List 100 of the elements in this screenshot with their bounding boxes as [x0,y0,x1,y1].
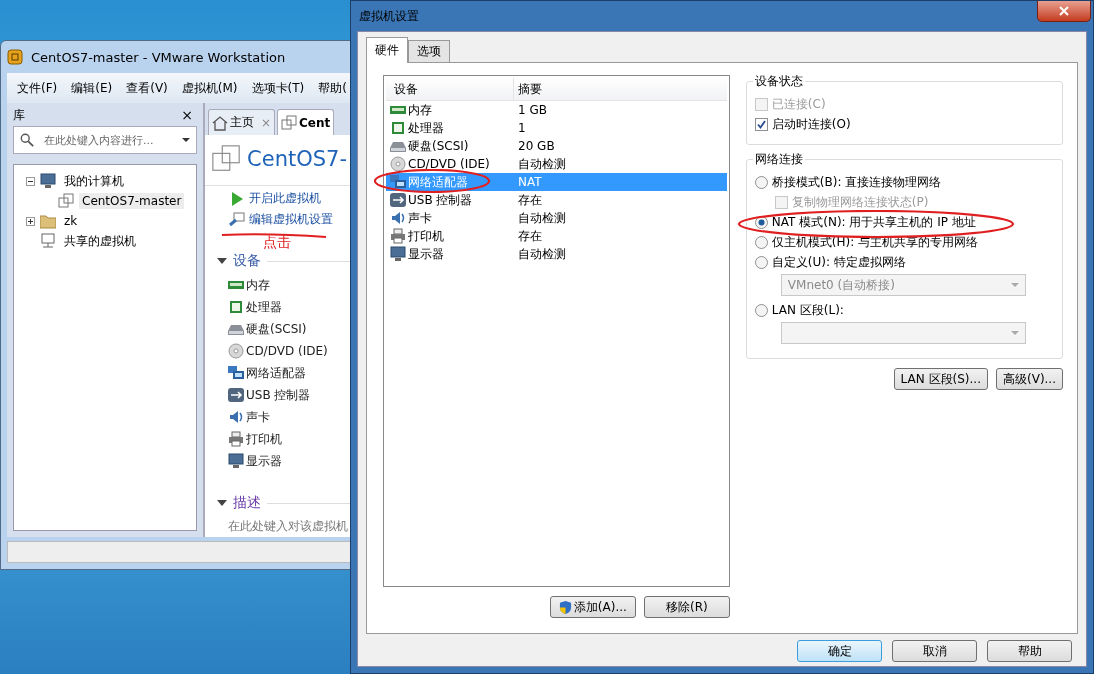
search-field[interactable]: 在此处键入内容进行... [13,126,197,154]
menu-item[interactable]: 帮助( [318,79,347,97]
chip-icon [390,120,406,136]
radio-button[interactable] [754,303,768,317]
vm-icon [281,114,298,131]
device-row[interactable]: 内存 1 GB [386,101,727,119]
dialog-button[interactable]: 高级(V)... [996,368,1063,390]
printer-icon [390,228,406,244]
monitor-icon [228,453,244,469]
device-row[interactable]: 声卡 自动检测 [386,209,727,227]
vm-title: CentOS7- [247,147,347,171]
device-link[interactable]: CD/DVD (IDE) [246,344,328,358]
table-cell: 打印机 [408,227,444,245]
column-header[interactable]: 设备 [386,78,514,100]
add-button[interactable]: 添加(A)... [549,596,636,618]
collapse-caret-icon[interactable] [217,258,227,264]
dialog-button[interactable]: 确定 [797,640,882,662]
table-cell: NAT [518,175,542,189]
table-cell: 存在 [518,228,542,243]
collapse-caret-icon[interactable] [217,500,227,506]
panel-title: 库 [13,107,25,124]
device-link[interactable]: 声卡 [246,408,270,426]
device-row[interactable]: 硬盘(SCSI) 20 GB [386,137,727,155]
menu-item[interactable]: 选项卡(T) [251,79,305,97]
speaker-icon [228,409,244,425]
column-header[interactable]: 摘要 [514,80,542,98]
remove-button[interactable]: 移除(R) [643,596,730,618]
tab[interactable]: 主页 × [208,109,276,135]
tab[interactable]: 硬件 [366,37,408,63]
tree-item[interactable]: 我的计算机 [61,171,127,191]
device-link[interactable]: 处理器 [246,298,282,316]
search-icon [20,133,34,147]
table-cell: 20 GB [518,139,555,153]
tree-item[interactable]: CentOS7-master [79,193,185,209]
table-cell: 声卡 [408,209,432,227]
tab[interactable]: Cent [277,109,335,135]
device-row[interactable]: 打印机 存在 [386,227,727,245]
radio-button[interactable] [754,255,768,269]
checkbox[interactable] [754,117,768,131]
description-placeholder[interactable]: 在此处键入对该虚拟机 [228,519,348,533]
network-icon [228,365,244,381]
dialog-button[interactable]: LAN 区段(S)... [893,368,988,390]
device-row[interactable]: 显示器 自动检测 [386,245,727,263]
dialog-title: 虚拟机设置 [359,7,419,25]
action-link[interactable]: 开启此虚拟机 [249,190,321,207]
group-title: 网络连接 [752,151,805,168]
play-icon [229,190,245,207]
tab[interactable]: 选项 [408,40,450,62]
device-link[interactable]: 内存 [246,276,270,294]
radio-button[interactable] [754,175,768,189]
close-button[interactable] [1037,1,1091,22]
vm-icon [58,193,74,209]
search-input[interactable]: 在此处键入内容进行... [42,132,174,148]
table-cell: 硬盘(SCSI) [408,137,469,155]
table-cell: 存在 [518,192,542,207]
device-row[interactable]: 处理器 1 [386,119,727,137]
device-link[interactable]: 打印机 [246,430,282,448]
caret-icon [1011,331,1019,335]
table-cell: 处理器 [408,119,444,137]
device-row[interactable]: USB 控制器 存在 [386,191,727,209]
menu-item[interactable]: 查看(V) [126,79,168,97]
app-icon [7,49,23,65]
section-heading: 描述 [233,494,261,512]
monitor-icon [390,246,406,262]
menu-item[interactable]: 虚拟机(M) [181,79,238,97]
dialog-button[interactable]: 帮助 [987,640,1072,662]
close-button[interactable]: × [181,107,193,124]
action-link[interactable]: 编辑虚拟机设置 [249,211,333,228]
tree-item[interactable]: 共享的虚拟机 [61,231,139,251]
caret-icon [1011,283,1019,287]
tree-item[interactable]: zk [61,213,81,229]
monitor-icon [40,173,56,189]
chip-icon [228,299,244,315]
menu-item[interactable]: 文件(F) [17,79,58,97]
device-link[interactable]: 显示器 [246,452,282,470]
table-cell: 1 GB [518,103,547,117]
device-link[interactable]: 硬盘(SCSI) [246,320,307,338]
table-cell: USB 控制器 [408,191,473,209]
printer-icon [228,431,244,447]
radio-label[interactable]: 桥接模式(B): 直接连接物理网络 [771,173,942,191]
device-link[interactable]: 网络适配器 [246,364,306,382]
home-icon [212,114,228,131]
collapse-icon[interactable] [26,176,35,186]
network-icon [390,174,406,190]
table-cell: 内存 [408,101,432,119]
radio-button[interactable] [754,235,768,249]
table-cell: 自动检测 [518,210,566,225]
dialog-button[interactable]: 取消 [892,640,977,662]
table-cell: 网络适配器 [408,173,468,191]
checkbox-label[interactable]: 启动时连接(O) [771,115,851,133]
device-row[interactable]: CD/DVD (IDE) 自动检测 [386,155,727,173]
menu-item[interactable]: 编辑(E) [71,79,113,97]
expand-icon[interactable] [26,216,35,226]
device-link[interactable]: USB 控制器 [246,386,311,404]
close-icon [1059,6,1069,16]
disc-icon [390,156,406,172]
table-cell: 自动检测 [518,246,566,261]
radio-label[interactable]: LAN 区段(L): [771,301,844,319]
group-title: 设备状态 [752,73,805,90]
radio-label[interactable]: 自定义(U): 特定虚拟网络 [771,253,906,271]
